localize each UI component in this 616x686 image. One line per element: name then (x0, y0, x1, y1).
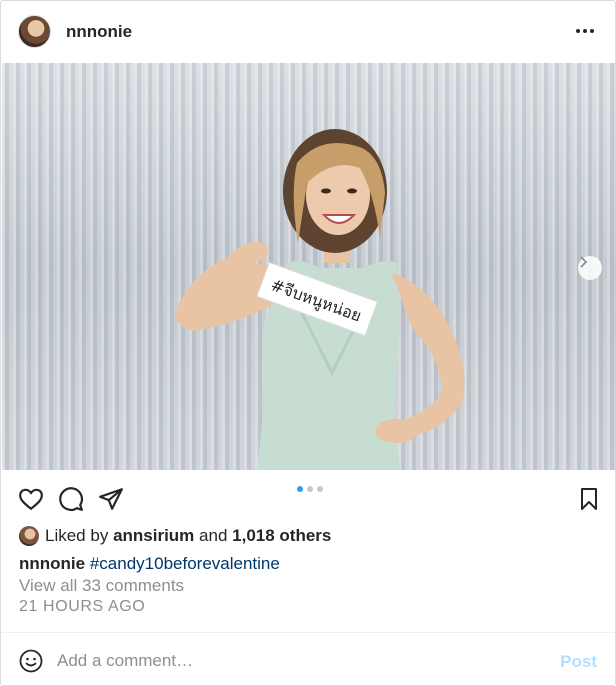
likes-prefix: Liked by (45, 526, 109, 545)
caption-username[interactable]: nnnonie (19, 554, 85, 573)
liker-avatar[interactable] (19, 526, 39, 546)
carousel-indicator (297, 486, 323, 492)
instagram-post: nnnonie #จีบหนูหน่อย Liked by annsirium … (0, 0, 616, 686)
comment-bubble-icon[interactable] (58, 486, 84, 512)
save-bookmark-icon[interactable] (577, 486, 603, 512)
post-header: nnnonie (1, 1, 615, 63)
likes-summary: Liked by annsirium and 1,018 others (19, 525, 331, 547)
view-all-comments-link[interactable]: View all 33 comments (19, 576, 184, 596)
caption-hashtag[interactable]: #candy10beforevalentine (90, 554, 280, 573)
add-comment-bar: Post (1, 632, 615, 686)
action-bar (1, 470, 615, 526)
likes-others-link[interactable]: 1,018 others (232, 526, 331, 546)
more-options-icon[interactable] (573, 19, 597, 43)
post-author-username[interactable]: nnnonie (66, 22, 132, 42)
post-comment-button[interactable]: Post (560, 652, 597, 672)
likes-middle: and (199, 526, 228, 545)
post-timestamp[interactable]: 21 HOURS AGO (19, 598, 145, 616)
caption: nnnonie #candy10beforevalentine (19, 554, 280, 574)
chevron-right-icon (580, 256, 588, 268)
next-photo-button[interactable] (578, 256, 602, 280)
photo-illustration: #จีบหนูหน่อย (176, 129, 465, 470)
like-heart-icon[interactable] (18, 486, 44, 512)
avatar[interactable] (18, 15, 51, 48)
post-photo[interactable]: #จีบหนูหน่อย (2, 63, 616, 470)
emoji-icon[interactable] (19, 649, 43, 673)
carousel-dot-active (297, 486, 303, 492)
liker-username[interactable]: annsirium (113, 526, 194, 546)
comment-input[interactable] (57, 647, 527, 675)
carousel-dot (307, 486, 313, 492)
carousel-dot (317, 486, 323, 492)
share-paper-plane-icon[interactable] (98, 486, 124, 512)
